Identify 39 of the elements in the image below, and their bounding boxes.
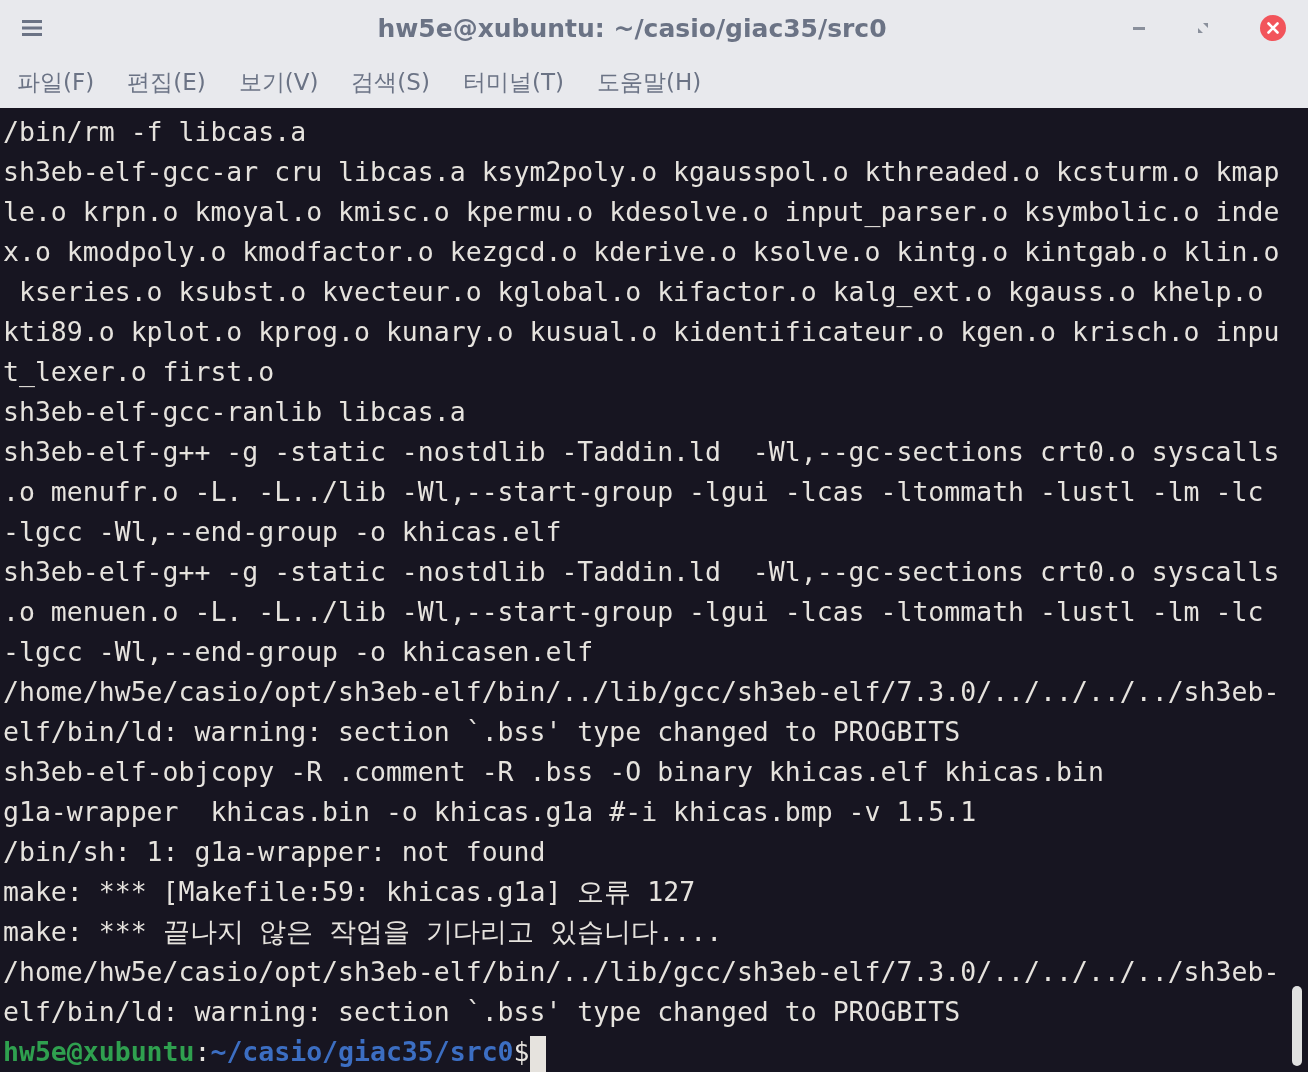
terminal-line: /home/hw5e/casio/opt/sh3eb-elf/bin/../lib/gcc/sh3eb-elf/7.3.0/../../../../sh3eb- (3, 955, 1281, 989)
terminal-line: g1a-wrapper khicas.bin -o khicas.g1a #-i khicas.bmp -v 1.5.1 (3, 795, 978, 829)
terminal-line: x.o kmodpoly.o kmodfactor.o kezgcd.o kderive.o ksolve.o kintg.o kintgab.o klin.o (3, 235, 1281, 269)
menu-item[interactable]: 보기(V) (238, 66, 319, 98)
menu-item[interactable]: 도움말(H) (596, 66, 702, 98)
menu-item[interactable]: 편집(E) (127, 66, 206, 98)
window-title: hw5e@xubuntu: ~/casio/giac35/src0 (376, 13, 888, 43)
terminal-line: sh3eb-elf-g++ -g -static -nostdlib -Taddin.ld -Wl,--gc-sections crt0.o syscalls (3, 435, 1281, 469)
terminal-line: /home/hw5e/casio/opt/sh3eb-elf/bin/../lib/gcc/sh3eb-elf/7.3.0/../../../../sh3eb- (3, 675, 1281, 709)
terminal-line: sh3eb-elf-objcopy -R .comment -R .bss -O binary khicas.elf khicas.bin (3, 755, 1105, 789)
menu-icon[interactable] (22, 19, 42, 37)
terminal-line: elf/bin/ld: warning: section `.bss' type changed to PROGBITS (3, 995, 962, 1029)
terminal-line: /bin/sh: 1: g1a-wrapper: not found (3, 835, 547, 869)
terminal-line: .o menufr.o -L. -L../lib -Wl,--start-group -lgui -lcas -ltommath -lustl -lm -lc (3, 475, 1265, 509)
menu-item[interactable]: 터미널(T) (462, 66, 564, 98)
prompt-path: ~/casio/giac35/src0 (210, 1036, 514, 1067)
terminal-line: -lgcc -Wl,--end-group -o khicas.elf (3, 515, 563, 549)
terminal-line: le.o krpn.o kmoyal.o kmisc.o kpermu.o kdesolve.o input_parser.o ksymbolic.o inde (3, 195, 1281, 229)
terminal-line: -lgcc -Wl,--end-group -o khicasen.elf (3, 635, 595, 669)
terminal-line: t_lexer.o first.o (3, 355, 276, 389)
terminal-line: make: *** [Makefile:59: khicas.g1a] 오류 127 (3, 875, 697, 909)
prompt-separator: : (194, 1036, 211, 1067)
prompt-symbol: $ (513, 1036, 530, 1067)
terminal-line: /bin/rm -f libcas.a (3, 115, 308, 149)
terminal-line: elf/bin/ld: warning: section `.bss' type changed to PROGBITS (3, 715, 962, 749)
terminal-line: sh3eb-elf-gcc-ranlib libcas.a (3, 395, 467, 429)
terminal-line: kseries.o ksubst.o kvecteur.o kglobal.o kifactor.o kalg_ext.o kgauss.o khelp.o (17, 275, 1265, 309)
terminal-line: .o menuen.o -L. -L../lib -Wl,--start-group -lgui -lcas -ltommath -lustl -lm -lc (3, 595, 1265, 629)
scrollbar-thumb[interactable] (1292, 986, 1302, 1066)
terminal-line: make: *** 끝나지 않은 작업을 기다리고 있습니다.... (3, 915, 724, 949)
terminal-line: sh3eb-elf-g++ -g -static -nostdlib -Taddin.ld -Wl,--gc-sections crt0.o syscalls (3, 555, 1281, 589)
prompt-user-host: hw5e@xubuntu (3, 1036, 195, 1067)
menu-item[interactable]: 검색(S) (351, 66, 430, 98)
terminal-line: sh3eb-elf-gcc-ar cru libcas.a ksym2poly.o kgausspol.o kthreaded.o kcsturm.o kmap (3, 155, 1281, 189)
terminal-line: kti89.o kplot.o kprog.o kunary.o kusual.o kidentificateur.o kgen.o krisch.o inpu (3, 315, 1281, 349)
menu-item[interactable]: 파일(F) (17, 66, 95, 98)
restore-icon[interactable] (1196, 21, 1210, 35)
close-icon[interactable] (1260, 15, 1286, 41)
text-cursor (529, 1035, 546, 1072)
